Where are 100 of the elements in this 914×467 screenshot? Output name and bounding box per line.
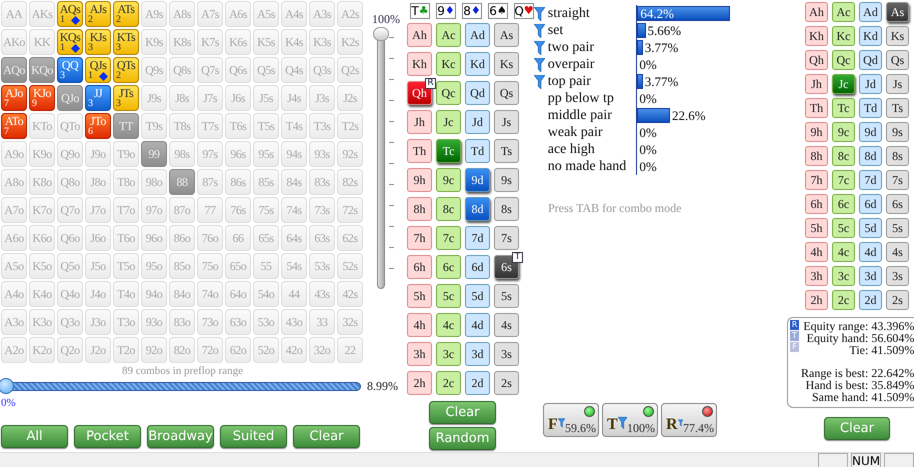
hand-cell[interactable]: KQo bbox=[29, 57, 55, 83]
hand-cell[interactable]: 22 bbox=[337, 337, 363, 363]
hand-cell[interactable]: JTo 6 bbox=[85, 113, 111, 139]
hand-cell[interactable]: T4s bbox=[281, 113, 307, 139]
hand-cell[interactable]: AQo bbox=[1, 57, 27, 83]
range-button[interactable]: Clear bbox=[293, 425, 360, 448]
hand-cell[interactable]: T3s bbox=[309, 113, 335, 139]
hand-cell[interactable]: A3o bbox=[1, 309, 27, 335]
card-button[interactable]: Ah bbox=[805, 2, 828, 22]
hand-cell[interactable]: QTo bbox=[57, 113, 83, 139]
hand-cell[interactable]: 76s bbox=[225, 197, 251, 223]
range-button[interactable]: Broadway bbox=[147, 425, 214, 448]
card-button[interactable]: 4c bbox=[436, 313, 461, 337]
card-button[interactable]: 3h bbox=[805, 266, 828, 286]
hand-cell[interactable]: A9s bbox=[141, 1, 167, 27]
card-button[interactable]: 4h bbox=[407, 313, 432, 337]
card-button[interactable]: 6s bbox=[886, 194, 909, 214]
card-button[interactable]: 5h bbox=[805, 218, 828, 238]
card-button[interactable]: Qd bbox=[859, 50, 882, 70]
hand-cell[interactable]: T9s bbox=[141, 113, 167, 139]
card-button[interactable]: Js bbox=[494, 110, 519, 134]
card-button[interactable]: Qc bbox=[436, 81, 461, 105]
card-button[interactable]: 5h bbox=[407, 284, 432, 308]
card-button[interactable]: 5d bbox=[859, 218, 882, 238]
hand-cell[interactable]: Q5s bbox=[253, 57, 279, 83]
card-button[interactable]: 6c bbox=[436, 255, 461, 279]
hand-cell[interactable]: 85s bbox=[253, 169, 279, 195]
card-button[interactable]: 4s bbox=[886, 242, 909, 262]
card-button[interactable]: 3c bbox=[436, 342, 461, 366]
hand-cell[interactable]: Q9s bbox=[141, 57, 167, 83]
hand-cell[interactable]: A5s bbox=[253, 1, 279, 27]
card-button[interactable]: 6d bbox=[465, 255, 490, 279]
card-button[interactable]: 5d bbox=[465, 284, 490, 308]
hand-cell[interactable]: 53s bbox=[309, 253, 335, 279]
card-button[interactable]: 9s bbox=[494, 168, 519, 192]
hand-cell[interactable]: KJo 9 bbox=[29, 85, 55, 111]
hand-cell[interactable]: 99 bbox=[141, 141, 167, 167]
hand-cell[interactable]: ATs 2 bbox=[113, 1, 139, 27]
hand-cell[interactable]: 44 bbox=[281, 281, 307, 307]
hand-cell[interactable]: QJo bbox=[57, 85, 83, 111]
card-button[interactable]: Jc bbox=[436, 110, 461, 134]
card-button[interactable]: Js bbox=[886, 74, 909, 94]
hand-cell[interactable]: 96o bbox=[141, 225, 167, 251]
clear-button[interactable]: Clear bbox=[824, 417, 890, 440]
hand-cell[interactable]: 92o bbox=[141, 337, 167, 363]
hand-cell[interactable]: 65o bbox=[225, 253, 251, 279]
card-button[interactable]: 4h bbox=[805, 242, 828, 262]
card-button[interactable]: 9s bbox=[886, 122, 909, 142]
card-button[interactable]: 7s bbox=[886, 170, 909, 190]
hand-cell[interactable]: 94s bbox=[281, 141, 307, 167]
range-button[interactable]: Pocket bbox=[74, 425, 141, 448]
card-button[interactable]: Jd bbox=[859, 74, 882, 94]
card-button[interactable]: Kc bbox=[832, 26, 855, 46]
card-button[interactable]: Ks bbox=[886, 26, 909, 46]
card-button[interactable]: 8s bbox=[886, 146, 909, 166]
hand-cell[interactable]: 65s bbox=[253, 225, 279, 251]
hand-cell[interactable]: Q2s bbox=[337, 57, 363, 83]
card-button[interactable]: Qd bbox=[465, 81, 490, 105]
hand-cell[interactable]: K3o bbox=[29, 309, 55, 335]
card-button[interactable]: Kh bbox=[805, 26, 828, 46]
hand-cell[interactable]: 88 bbox=[169, 169, 195, 195]
hand-cell[interactable]: J5s bbox=[253, 85, 279, 111]
hand-cell[interactable]: K2s bbox=[337, 29, 363, 55]
card-button[interactable]: Ts bbox=[494, 139, 519, 163]
hand-cell[interactable]: A8s bbox=[169, 1, 195, 27]
card-button[interactable]: 2d bbox=[465, 371, 490, 395]
card-button[interactable]: Ac bbox=[436, 23, 461, 47]
hand-cell[interactable]: 92s bbox=[337, 141, 363, 167]
deck-button[interactable]: Clear bbox=[429, 401, 496, 424]
hand-cell[interactable]: Q9o bbox=[57, 141, 83, 167]
hand-cell[interactable]: 43o bbox=[281, 309, 307, 335]
hand-cell[interactable]: T3o bbox=[113, 309, 139, 335]
card-button[interactable]: 3h bbox=[407, 342, 432, 366]
card-button[interactable]: 7c bbox=[436, 226, 461, 250]
hand-cell[interactable]: K7o bbox=[29, 197, 55, 223]
hand-cell[interactable]: 97s bbox=[197, 141, 223, 167]
card-button[interactable]: 9d bbox=[859, 122, 882, 142]
hand-cell[interactable]: 42s bbox=[337, 281, 363, 307]
card-button[interactable]: 6h bbox=[407, 255, 432, 279]
hand-cell[interactable]: K4s bbox=[281, 29, 307, 55]
hand-cell[interactable]: T4o bbox=[113, 281, 139, 307]
hand-cell[interactable]: J2s bbox=[337, 85, 363, 111]
card-button[interactable]: 3c bbox=[832, 266, 855, 286]
hand-cell[interactable]: AA bbox=[1, 1, 27, 27]
hand-cell[interactable]: J4o bbox=[85, 281, 111, 307]
card-button[interactable]: 2c bbox=[436, 371, 461, 395]
hand-cell[interactable]: Q2o bbox=[57, 337, 83, 363]
hand-cell[interactable]: Q3s bbox=[309, 57, 335, 83]
hand-cell[interactable]: 62s bbox=[337, 225, 363, 251]
card-button[interactable]: 4s bbox=[494, 313, 519, 337]
hand-cell[interactable]: ATo 7 bbox=[1, 113, 27, 139]
hand-cell[interactable]: K6s bbox=[225, 29, 251, 55]
hand-cell[interactable]: 32o bbox=[309, 337, 335, 363]
hand-cell[interactable]: T6s bbox=[225, 113, 251, 139]
hand-cell[interactable]: A3s bbox=[309, 1, 335, 27]
card-button[interactable]: 8d bbox=[859, 146, 882, 166]
hand-cell[interactable]: 42o bbox=[281, 337, 307, 363]
hand-cell[interactable]: 52o bbox=[253, 337, 279, 363]
slider-thumb[interactable] bbox=[0, 378, 14, 394]
hand-cell[interactable]: Q7o bbox=[57, 197, 83, 223]
